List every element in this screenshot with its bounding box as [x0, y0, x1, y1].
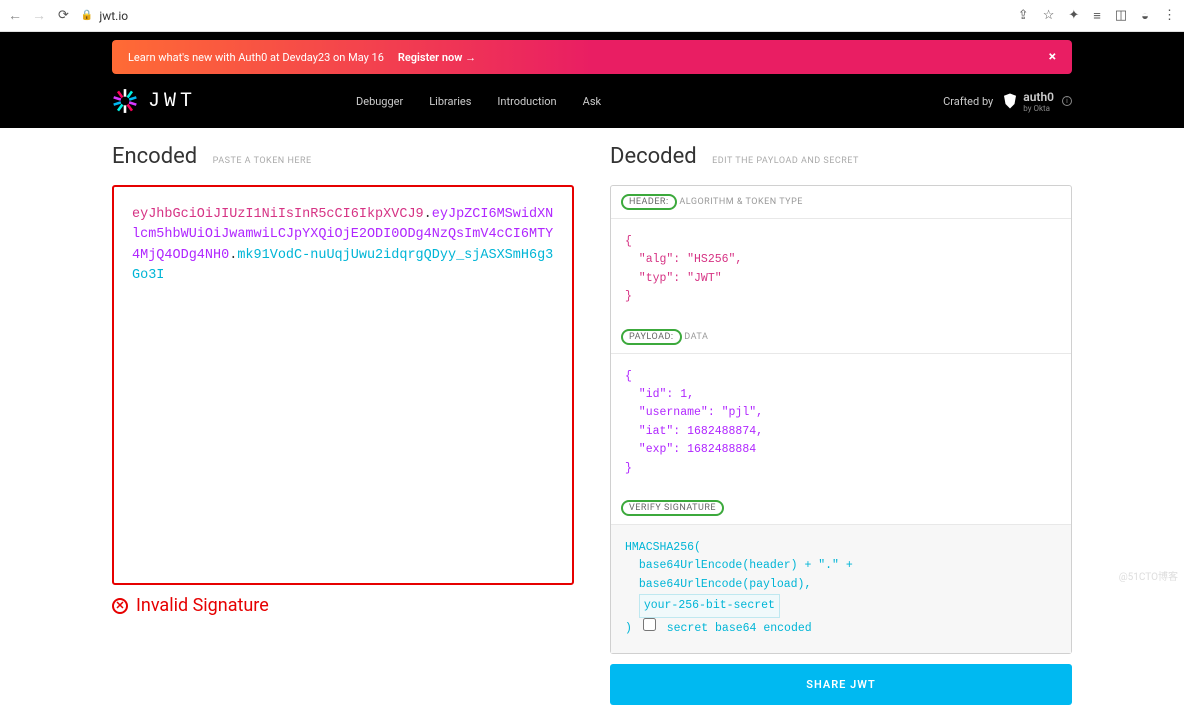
header-json-editor[interactable]: { "alg": "HS256", "typ": "JWT" } [611, 219, 1071, 321]
header-desc: ALGORITHM & TOKEN TYPE [679, 197, 802, 207]
share-jwt-button[interactable]: SHARE JWT [610, 664, 1072, 705]
crafted-by-label: Crafted by [943, 95, 993, 108]
watermark: @51CTO博客 [1119, 568, 1178, 583]
secret-base64-label: secret base64 encoded [667, 622, 812, 635]
logo[interactable]: JWT [112, 88, 196, 114]
browser-toolbar: ← → ⟳ 🔒 jwt.io ⇪ ☆ ✦ ≡ ◫ ◒ ⋮ [0, 0, 1184, 32]
menu-icon[interactable]: ⋮ [1163, 8, 1176, 24]
avatar-icon[interactable]: ◒ [1141, 8, 1149, 24]
url-text: jwt.io [99, 9, 128, 23]
main-nav: JWT Debugger Libraries Introduction Ask … [112, 74, 1072, 128]
nav-debugger[interactable]: Debugger [356, 95, 403, 108]
auth0-text: auth0 [1023, 90, 1054, 104]
nav-arrows: ← → [8, 7, 46, 24]
signature-editor: HMACSHA256( base64UrlEncode(header) + ".… [611, 525, 1071, 653]
share-icon[interactable]: ⇪ [1018, 8, 1029, 24]
decoded-column: Decoded EDIT THE PAYLOAD AND SECRET HEAD… [610, 144, 1072, 705]
banner-register-link[interactable]: Register now → [398, 51, 476, 64]
header-tag: HEADER: [621, 194, 677, 210]
verify-section-label: VERIFY SIGNATURE [611, 492, 1071, 525]
by-okta-text: by Okta [1023, 104, 1054, 113]
forward-button[interactable]: → [32, 7, 46, 24]
encoded-column: Encoded PASTE A TOKEN HERE eyJhbGciOiJIU… [112, 144, 574, 705]
toolbar-icons: ⇪ ☆ ✦ ≡ ◫ ◒ ⋮ [1018, 8, 1176, 24]
error-icon: ✕ [112, 598, 128, 614]
payload-section-label: PAYLOAD: DATA [611, 321, 1071, 354]
jwt-logo-icon [112, 88, 138, 114]
decoded-title: Decoded EDIT THE PAYLOAD AND SECRET [610, 144, 1072, 169]
nav-ask[interactable]: Ask [583, 95, 601, 108]
auth0-logo[interactable]: auth0 by Okta [1001, 90, 1054, 113]
secret-input[interactable]: your-256-bit-secret [639, 594, 780, 618]
decoded-container: HEADER: ALGORITHM & TOKEN TYPE { "alg": … [610, 185, 1072, 654]
encoded-subtitle: PASTE A TOKEN HERE [213, 156, 312, 166]
site-header: Learn what's new with Auth0 at Devday23 … [0, 32, 1184, 128]
panel-icon[interactable]: ◫ [1115, 8, 1127, 24]
payload-tag: PAYLOAD: [621, 329, 682, 345]
status-text: Invalid Signature [136, 595, 269, 616]
reload-button[interactable]: ⟳ [58, 8, 69, 23]
auth0-shield-icon [1001, 92, 1019, 110]
nav-libraries[interactable]: Libraries [429, 95, 471, 108]
nav-links: Debugger Libraries Introduction Ask [356, 95, 601, 108]
main-content: Encoded PASTE A TOKEN HERE eyJhbGciOiJIU… [112, 128, 1072, 721]
star-icon[interactable]: ☆ [1043, 8, 1055, 24]
decoded-subtitle: EDIT THE PAYLOAD AND SECRET [712, 156, 859, 166]
back-button[interactable]: ← [8, 7, 22, 24]
header-section-label: HEADER: ALGORITHM & TOKEN TYPE [611, 186, 1071, 219]
address-bar[interactable]: 🔒 jwt.io [81, 9, 128, 23]
crafted-by: Crafted by auth0 by Okta i [943, 90, 1072, 113]
encoded-token-input[interactable]: eyJhbGciOiJIUzI1NiIsInR5cCI6IkpXVCJ9.eyJ… [112, 185, 574, 585]
signature-status: ✕ Invalid Signature [112, 595, 574, 616]
announcement-banner: Learn what's new with Auth0 at Devday23 … [112, 40, 1072, 74]
verify-tag: VERIFY SIGNATURE [621, 500, 724, 516]
encoded-title: Encoded PASTE A TOKEN HERE [112, 144, 574, 169]
list-icon[interactable]: ≡ [1093, 8, 1101, 24]
banner-close-icon[interactable]: × [1049, 49, 1056, 65]
logo-text: JWT [148, 90, 196, 113]
lock-icon: 🔒 [81, 10, 93, 21]
secret-base64-checkbox[interactable] [643, 618, 656, 631]
payload-json-editor[interactable]: { "id": 1, "username": "pjl", "iat": 168… [611, 354, 1071, 492]
token-header-part: eyJhbGciOiJIUzI1NiIsInR5cCI6IkpXVCJ9 [132, 207, 424, 222]
nav-introduction[interactable]: Introduction [497, 95, 556, 108]
payload-desc: DATA [684, 332, 708, 342]
info-icon[interactable]: i [1062, 96, 1072, 106]
extension-icon[interactable]: ✦ [1068, 8, 1079, 24]
banner-text: Learn what's new with Auth0 at Devday23 … [128, 51, 384, 64]
